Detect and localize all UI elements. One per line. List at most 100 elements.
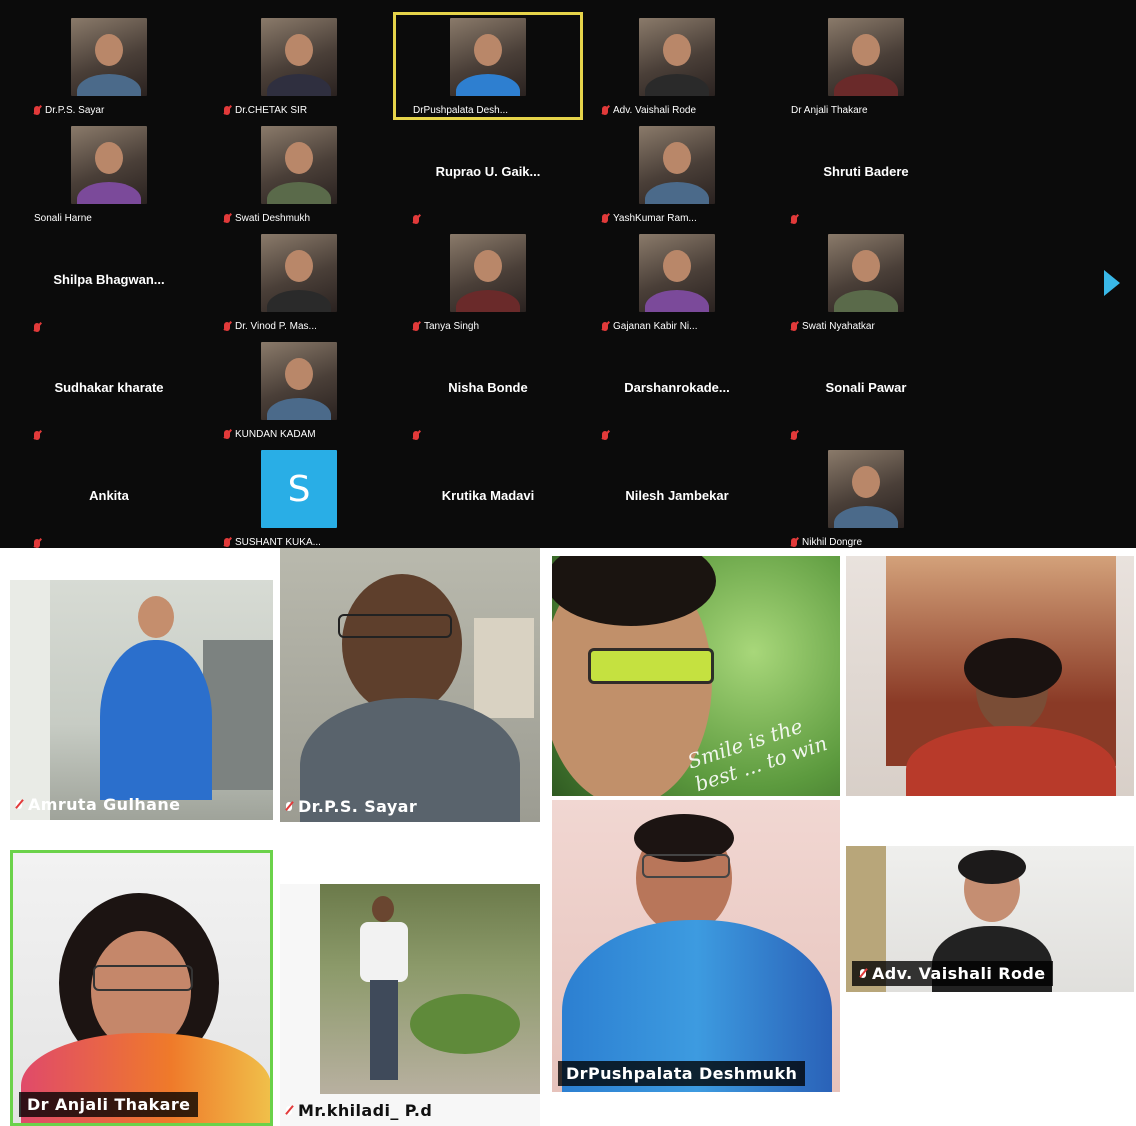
participant-body xyxy=(267,182,331,204)
participant-head xyxy=(95,34,123,66)
participant-label: Dr.CHETAK SIR xyxy=(224,105,307,116)
participant-label: Adv. Vaishali Rode xyxy=(602,105,696,116)
participant-name: Mr.khiladi_ P.d xyxy=(286,1101,432,1120)
participant-tile[interactable]: Sudhakar kharate xyxy=(14,336,204,444)
participant-body xyxy=(456,74,520,96)
participant-display-name: Ruprao U. Gaik... xyxy=(435,164,541,179)
participant-label xyxy=(791,215,797,224)
participant-video-thumbnail xyxy=(639,234,715,312)
participant-tile[interactable]: Gajanan Kabir Ni... xyxy=(582,228,772,336)
muted-mic-icon xyxy=(413,431,419,440)
participant-video-thumbnail xyxy=(639,126,715,204)
participant-tile[interactable]: Ankita xyxy=(14,444,204,552)
participant-tile[interactable]: Nilesh Jambekar xyxy=(582,444,772,552)
video-tile-pushpalata[interactable]: DrPushpalata Deshmukh xyxy=(552,800,840,1092)
participant-video-thumbnail xyxy=(450,18,526,96)
participant-label: Sonali Harne xyxy=(34,213,92,224)
participant-name-text: Dr.P.S. Sayar xyxy=(298,797,418,816)
participant-head xyxy=(285,250,313,282)
participant-display-name: Nilesh Jambekar xyxy=(625,488,729,503)
participant-name-text: Gajanan Kabir Ni... xyxy=(613,321,698,332)
participant-video-thumbnail xyxy=(639,18,715,96)
video-tile-amruta[interactable]: Amruta Gulhane xyxy=(10,580,273,820)
participant-video-thumbnail xyxy=(261,234,337,312)
participant-tile[interactable]: Nikhil Dongre xyxy=(771,444,961,552)
participant-tile[interactable]: Shilpa Bhagwan... xyxy=(14,228,204,336)
participant-head xyxy=(474,34,502,66)
participant-body xyxy=(77,74,141,96)
participant-label xyxy=(602,431,608,440)
participant-video-thumbnail xyxy=(828,450,904,528)
participant-tile[interactable]: Dr Anjali Thakare xyxy=(771,12,961,120)
video-tile-anjali[interactable]: Dr Anjali Thakare xyxy=(10,850,273,1126)
participant-tile[interactable]: S SUSHANT KUKA... xyxy=(204,444,394,552)
participant-tile[interactable]: Darshanrokade... xyxy=(582,336,772,444)
muted-mic-icon xyxy=(16,800,22,809)
participant-name-text: DrPushpalata Deshmukh xyxy=(566,1064,798,1083)
participant-label: Swati Nyahatkar xyxy=(791,321,875,332)
participant-tile[interactable]: Swati Nyahatkar xyxy=(771,228,961,336)
participant-name-text: YashKumar Ram... xyxy=(613,213,697,224)
muted-mic-icon xyxy=(791,538,797,547)
participant-name-text: Swati Nyahatkar xyxy=(802,321,875,332)
participant-head xyxy=(95,142,123,174)
participant-tile[interactable]: YashKumar Ram... xyxy=(582,120,772,228)
participant-video-thumbnail xyxy=(828,18,904,96)
participant-name-text: Tanya Singh xyxy=(424,321,480,332)
participant-tile[interactable]: Dr.CHETAK SIR xyxy=(204,12,394,120)
participant-name-text: Nikhil Dongre xyxy=(802,537,863,548)
participant-tile[interactable]: Adv. Vaishali Rode xyxy=(582,12,772,120)
participant-tile[interactable]: Swati Deshmukh xyxy=(204,120,394,228)
participant-name-text: Sonali Harne xyxy=(34,213,92,224)
muted-mic-icon xyxy=(34,431,40,440)
participant-name-text: Dr Anjali Thakare xyxy=(791,105,868,116)
participant-head xyxy=(663,34,691,66)
participant-tile[interactable]: Sonali Pawar xyxy=(771,336,961,444)
participant-tile[interactable]: Shruti Badere xyxy=(771,120,961,228)
participant-tile[interactable]: Sonali Harne xyxy=(14,120,204,228)
participant-display-name: Darshanrokade... xyxy=(624,380,730,395)
muted-mic-icon xyxy=(602,214,608,223)
participant-name-text: KUNDAN KADAM xyxy=(235,429,316,440)
participant-video-thumbnail xyxy=(828,234,904,312)
participant-head xyxy=(285,34,313,66)
video-tile-sayar[interactable]: Dr.P.S. Sayar xyxy=(280,548,540,822)
participant-tile[interactable]: Tanya Singh xyxy=(393,228,583,336)
video-tile-vaishali[interactable]: Adv. Vaishali Rode xyxy=(846,846,1134,992)
participant-label xyxy=(34,431,40,440)
participant-head xyxy=(663,142,691,174)
participant-tile[interactable]: Nisha Bonde xyxy=(393,336,583,444)
participant-label xyxy=(34,539,40,548)
video-tile-anjali-wide[interactable] xyxy=(846,556,1134,796)
participant-label: KUNDAN KADAM xyxy=(224,429,316,440)
muted-mic-icon xyxy=(860,969,866,978)
muted-mic-icon xyxy=(224,538,230,547)
video-tile-khiladi[interactable]: Mr.khiladi_ P.d xyxy=(280,884,540,1126)
next-page-arrow-icon[interactable] xyxy=(1104,270,1120,296)
muted-mic-icon xyxy=(34,539,40,548)
muted-mic-icon xyxy=(602,431,608,440)
participant-label xyxy=(34,323,40,332)
participant-display-name: Sonali Pawar xyxy=(825,380,907,395)
participant-tile[interactable]: Dr.P.S. Sayar xyxy=(14,12,204,120)
muted-mic-icon xyxy=(224,322,230,331)
participant-tile[interactable]: KUNDAN KADAM xyxy=(204,336,394,444)
participant-tile[interactable]: Ruprao U. Gaik... xyxy=(393,120,583,228)
participant-label: YashKumar Ram... xyxy=(602,213,697,224)
participant-name: Amruta Gulhane xyxy=(16,795,180,814)
video-tile-chetak[interactable]: Smile is the best ... to win a xyxy=(552,556,840,796)
participant-label: Tanya Singh xyxy=(413,321,479,332)
muted-mic-icon xyxy=(286,1106,292,1115)
participant-head xyxy=(663,250,691,282)
participant-label xyxy=(413,215,419,224)
muted-mic-icon xyxy=(602,106,608,115)
participant-tile[interactable]: Krutika Madavi xyxy=(393,444,583,552)
participant-name-text: DrPushpalata Desh... xyxy=(413,105,509,116)
muted-mic-icon xyxy=(224,106,230,115)
participant-label: DrPushpalata Desh... xyxy=(413,105,508,116)
participant-tile[interactable]: DrPushpalata Desh... xyxy=(393,12,583,120)
participant-tile[interactable]: Dr. Vinod P. Mas... xyxy=(204,228,394,336)
participant-name-text: Adv. Vaishali Rode xyxy=(613,105,697,116)
participant-body xyxy=(645,74,709,96)
participant-name-text: Dr Anjali Thakare xyxy=(27,1095,191,1114)
